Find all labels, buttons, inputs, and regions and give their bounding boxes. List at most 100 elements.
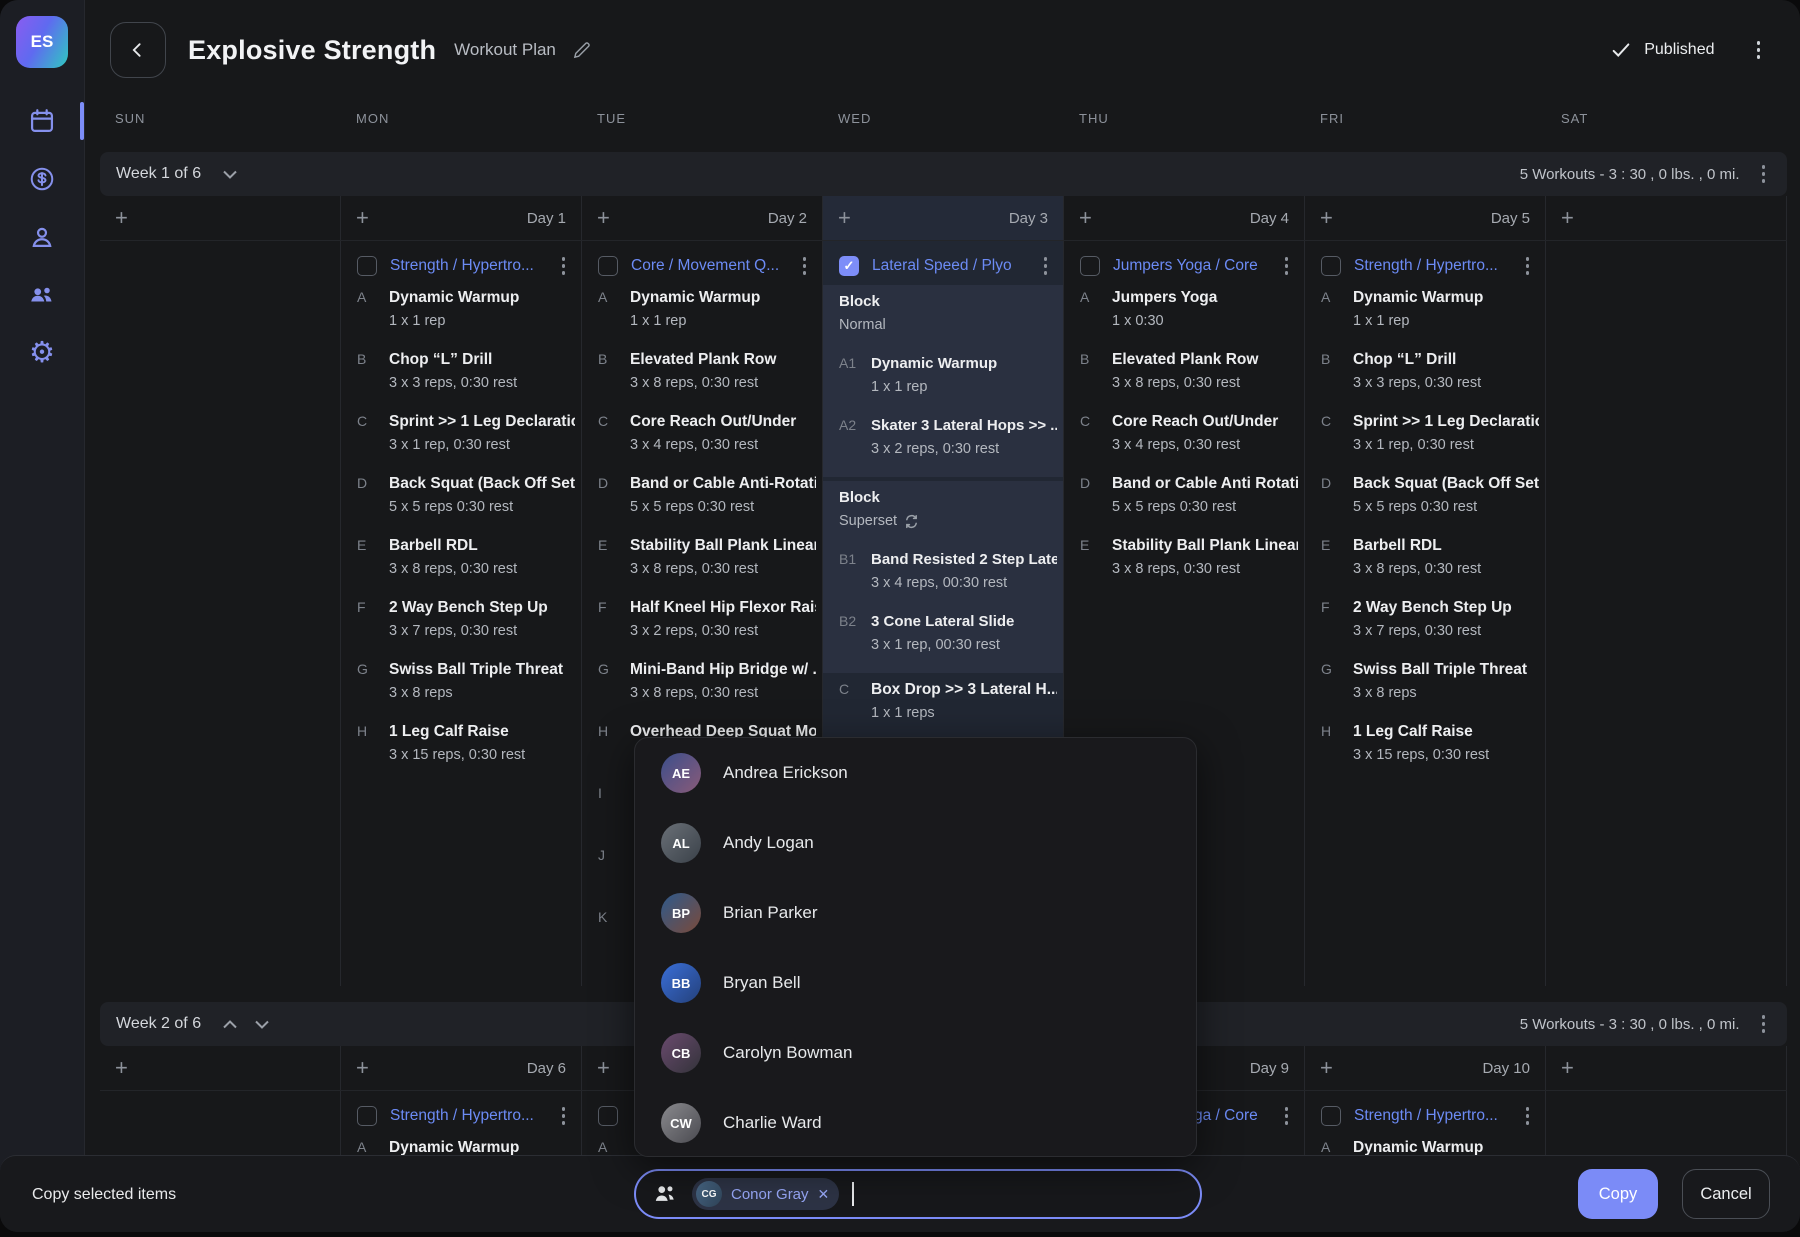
- week1-kebab-menu[interactable]: [1756, 159, 1772, 189]
- add-workout-button[interactable]: +: [356, 207, 369, 229]
- exercise-item[interactable]: DBack Squat (Back Off Set)5 x 5 reps 0:3…: [1305, 471, 1545, 533]
- exercise-name: Mini-Band Hip Bridge w/ ...: [630, 659, 816, 680]
- workout-kebab-menu[interactable]: [1520, 1101, 1536, 1131]
- athlete-option[interactable]: BP Brian Parker: [635, 878, 1196, 948]
- exercise-item[interactable]: B1Band Resisted 2 Step Late...3 x 4 reps…: [823, 547, 1063, 609]
- exercise-item[interactable]: CCore Reach Out/Under3 x 4 reps, 0:30 re…: [582, 409, 822, 471]
- sidebar-item-groups[interactable]: [0, 273, 84, 317]
- exercise-item[interactable]: BElevated Plank Row3 x 8 reps, 0:30 rest: [582, 347, 822, 409]
- exercise-item[interactable]: H1 Leg Calf Raise3 x 15 reps, 0:30 rest: [1305, 719, 1545, 781]
- exercise-item[interactable]: B23 Cone Lateral Slide3 x 1 rep, 00:30 r…: [823, 609, 1063, 671]
- exercise-item[interactable]: EStability Ball Plank Linear ...3 x 8 re…: [1064, 533, 1304, 595]
- exercise-item[interactable]: A1Dynamic Warmup1 x 1 rep: [823, 351, 1063, 413]
- workout-checkbox[interactable]: [1321, 1106, 1341, 1126]
- exercise-item[interactable]: CBox Drop >> 3 Lateral H...1 x 1 reps: [823, 677, 1063, 739]
- exercise-name: Dynamic Warmup: [630, 287, 816, 308]
- workout-checkbox[interactable]: [357, 1106, 377, 1126]
- workout-title-link[interactable]: Strength / Hypertro...: [1354, 1107, 1514, 1125]
- workout-checkbox[interactable]: [1080, 256, 1100, 276]
- exercise-name: 3 Cone Lateral Slide: [871, 611, 1057, 632]
- sidebar-item-athletes[interactable]: [0, 215, 84, 259]
- workout-checkbox[interactable]: [1321, 256, 1341, 276]
- workout-title-link[interactable]: Strength / Hypertro...: [390, 1107, 550, 1125]
- exercise-item[interactable]: GMini-Band Hip Bridge w/ ...3 x 8 reps, …: [582, 657, 822, 719]
- copy-button[interactable]: Copy: [1578, 1169, 1658, 1219]
- workout-title-link[interactable]: Core / Movement Q...: [631, 257, 791, 275]
- week2-collapse-down-button[interactable]: [255, 1020, 269, 1029]
- workout-checkbox[interactable]: [598, 1106, 618, 1126]
- week2-kebab-menu[interactable]: [1756, 1009, 1772, 1039]
- athlete-option[interactable]: AE Andrea Erickson: [635, 738, 1196, 808]
- workout-title-link[interactable]: Lateral Speed / Plyo: [872, 257, 1032, 275]
- workout-title-link[interactable]: Jumpers Yoga / Core: [1113, 257, 1273, 275]
- sidebar-item-calendar[interactable]: [0, 99, 84, 143]
- athlete-search-input[interactable]: CG Conor Gray ✕: [634, 1169, 1202, 1219]
- exercise-item[interactable]: EBarbell RDL3 x 8 reps, 0:30 rest: [1305, 533, 1545, 595]
- add-workout-button[interactable]: +: [115, 207, 128, 229]
- workout-kebab-menu[interactable]: [556, 1101, 572, 1131]
- workout-kebab-menu[interactable]: [1279, 251, 1295, 281]
- exercise-item[interactable]: EBarbell RDL3 x 8 reps, 0:30 rest: [341, 533, 581, 595]
- exercise-item[interactable]: EStability Ball Plank Linear ...3 x 8 re…: [582, 533, 822, 595]
- add-workout-button[interactable]: +: [597, 207, 610, 229]
- exercise-item[interactable]: BChop “L” Drill3 x 3 reps, 0:30 rest: [1305, 347, 1545, 409]
- exercise-item[interactable]: CSprint >> 1 Leg Declarations3 x 1 rep, …: [341, 409, 581, 471]
- week1-collapse-button[interactable]: [223, 170, 237, 179]
- publish-status[interactable]: Published: [1644, 41, 1714, 59]
- cancel-button[interactable]: Cancel: [1682, 1169, 1770, 1219]
- add-workout-button[interactable]: +: [115, 1057, 128, 1079]
- edit-title-button[interactable]: [572, 41, 591, 60]
- exercise-item[interactable]: GSwiss Ball Triple Threat3 x 8 reps: [1305, 657, 1545, 719]
- add-workout-button[interactable]: +: [838, 207, 851, 229]
- workout-title-link[interactable]: Strength / Hypertro...: [1354, 257, 1514, 275]
- sidebar-item-billing[interactable]: [0, 157, 84, 201]
- exercise-item[interactable]: A2Skater 3 Lateral Hops >> ...3 x 2 reps…: [823, 413, 1063, 475]
- workout-kebab-menu[interactable]: [1279, 1101, 1295, 1131]
- add-workout-button[interactable]: +: [1320, 207, 1333, 229]
- exercise-item[interactable]: GSwiss Ball Triple Threat3 x 8 reps: [341, 657, 581, 719]
- remove-chip-icon[interactable]: ✕: [818, 1186, 830, 1203]
- add-workout-button[interactable]: +: [1561, 1057, 1574, 1079]
- exercise-item[interactable]: DBack Squat (Back Off Set)5 x 5 reps 0:3…: [341, 471, 581, 533]
- add-workout-button[interactable]: +: [597, 1057, 610, 1079]
- exercise-name: Elevated Plank Row: [630, 349, 816, 370]
- athlete-option[interactable]: AL Andy Logan: [635, 808, 1196, 878]
- exercise-item[interactable]: AJumpers Yoga1 x 0:30: [1064, 285, 1304, 347]
- exercise-item[interactable]: H1 Leg Calf Raise3 x 15 reps, 0:30 rest: [341, 719, 581, 781]
- back-button[interactable]: [110, 22, 166, 78]
- exercise-item[interactable]: BChop “L” Drill3 x 3 reps, 0:30 rest: [341, 347, 581, 409]
- workout-title-link[interactable]: Strength / Hypertro...: [390, 257, 550, 275]
- exercise-name: Jumpers Yoga: [1112, 287, 1298, 308]
- add-workout-button[interactable]: +: [1561, 207, 1574, 229]
- exercise-item[interactable]: ADynamic Warmup1 x 1 rep: [1305, 285, 1545, 347]
- workout-checkbox-checked[interactable]: ✓: [839, 256, 859, 276]
- workout-kebab-menu[interactable]: [556, 251, 572, 281]
- athlete-option[interactable]: CW Charlie Ward: [635, 1088, 1196, 1157]
- program-logo[interactable]: ES: [16, 16, 68, 68]
- week2-collapse-up-button[interactable]: [223, 1020, 237, 1029]
- add-workout-button[interactable]: +: [1320, 1057, 1333, 1079]
- exercise-item[interactable]: CCore Reach Out/Under3 x 4 reps, 0:30 re…: [1064, 409, 1304, 471]
- sidebar-item-settings[interactable]: ⚙: [0, 331, 84, 375]
- add-workout-button[interactable]: +: [1079, 207, 1092, 229]
- exercise-item[interactable]: DBand or Cable Anti Rotati...5 x 5 reps …: [1064, 471, 1304, 533]
- athlete-option[interactable]: CB Carolyn Bowman: [635, 1018, 1196, 1088]
- exercise-item[interactable]: FHalf Kneel Hip Flexor Rais...3 x 2 reps…: [582, 595, 822, 657]
- exercise-item[interactable]: CSprint >> 1 Leg Declarations3 x 1 rep, …: [1305, 409, 1545, 471]
- exercise-item[interactable]: ADynamic Warmup1 x 1 rep: [582, 285, 822, 347]
- header-kebab-menu[interactable]: [1751, 35, 1767, 65]
- workout-kebab-menu[interactable]: [1520, 251, 1536, 281]
- exercise-item[interactable]: BElevated Plank Row3 x 8 reps, 0:30 rest: [1064, 347, 1304, 409]
- selected-athlete-chip[interactable]: CG Conor Gray ✕: [692, 1178, 839, 1210]
- exercise-item[interactable]: F2 Way Bench Step Up3 x 7 reps, 0:30 res…: [1305, 595, 1545, 657]
- workout-kebab-menu[interactable]: [1038, 251, 1054, 281]
- add-workout-button[interactable]: +: [356, 1057, 369, 1079]
- athlete-option[interactable]: BB Bryan Bell: [635, 948, 1196, 1018]
- exercise-item[interactable]: F2 Way Bench Step Up3 x 7 reps, 0:30 res…: [341, 595, 581, 657]
- workout-kebab-menu[interactable]: [797, 251, 813, 281]
- exercise-detail: 3 x 8 reps, 0:30 rest: [1112, 373, 1298, 393]
- exercise-item[interactable]: DBand or Cable Anti-Rotati...5 x 5 reps …: [582, 471, 822, 533]
- exercise-item[interactable]: ADynamic Warmup1 x 1 rep: [341, 285, 581, 347]
- workout-checkbox[interactable]: [357, 256, 377, 276]
- workout-checkbox[interactable]: [598, 256, 618, 276]
